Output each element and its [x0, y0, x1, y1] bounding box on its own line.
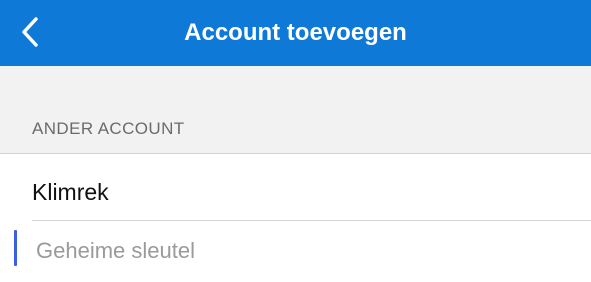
secret-key-input[interactable]: [32, 238, 556, 264]
back-button[interactable]: [8, 8, 52, 56]
account-name-row: [32, 164, 591, 221]
text-caret: [14, 230, 17, 266]
secret-key-row: [32, 220, 591, 282]
app-header: Account toevoegen: [0, 0, 591, 66]
account-name-input[interactable]: [32, 178, 552, 206]
account-form: [0, 153, 591, 282]
chevron-left-icon: [20, 16, 40, 48]
page-title: Account toevoegen: [184, 19, 407, 46]
section-label-other-account: ANDER ACCOUNT: [32, 119, 185, 138]
